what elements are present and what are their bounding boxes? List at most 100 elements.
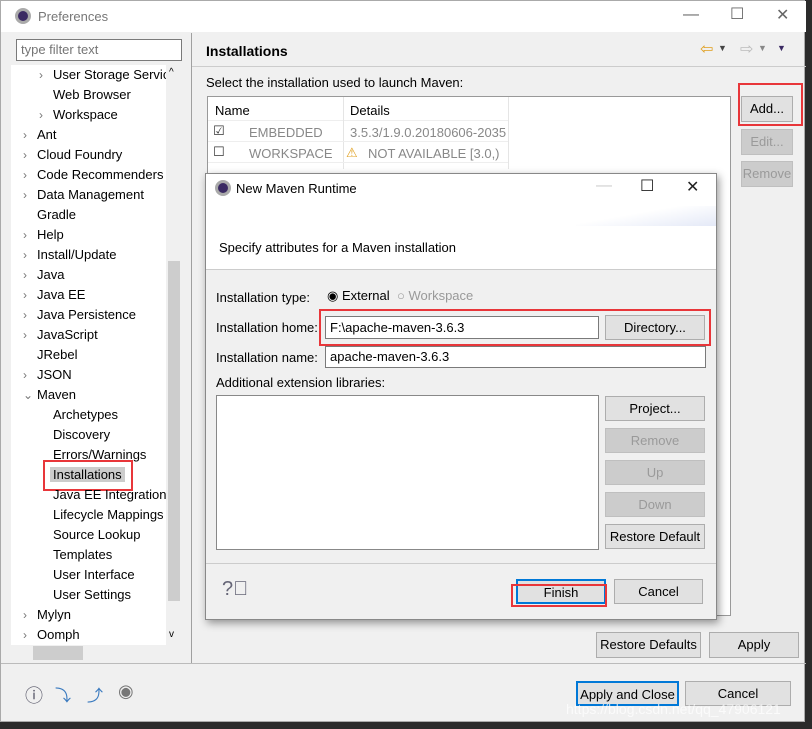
tree-item-label: Java Persistence: [37, 307, 136, 322]
tree-item[interactable]: › Ant: [23, 125, 57, 145]
restore-defaults-button[interactable]: Restore Defaults: [596, 632, 701, 658]
forward-menu-icon[interactable]: ▼: [758, 43, 767, 53]
tree-item[interactable]: › Mylyn: [23, 605, 71, 625]
chevron-right-icon[interactable]: ›: [23, 245, 27, 265]
tree-item[interactable]: › Java Persistence: [23, 305, 136, 325]
tree-item[interactable]: › Java EE: [23, 285, 85, 305]
table-row[interactable]: ☐ WORKSPACE ⚠ NOT AVAILABLE [3.0,): [208, 143, 508, 163]
forward-arrow-icon[interactable]: ⇨: [740, 39, 753, 59]
tree-item[interactable]: Installations: [50, 465, 125, 485]
chevron-right-icon[interactable]: ›: [23, 265, 27, 285]
apply-button[interactable]: Apply: [709, 632, 799, 658]
chevron-right-icon[interactable]: ›: [39, 65, 43, 85]
tree-item-label: Ant: [37, 127, 57, 142]
tree-item[interactable]: › JavaScript: [23, 325, 98, 345]
scroll-thumb[interactable]: [168, 261, 180, 601]
minimize-button[interactable]: —: [683, 6, 699, 24]
up-button[interactable]: Up: [605, 460, 705, 485]
divider: [206, 563, 716, 564]
tree-item[interactable]: › Workspace: [39, 105, 118, 125]
tree-item[interactable]: User Settings: [53, 585, 131, 605]
finish-button[interactable]: Finish: [516, 579, 606, 604]
close-button[interactable]: ✕: [776, 5, 789, 25]
tree-item[interactable]: › User Storage Servic: [39, 65, 170, 85]
chevron-right-icon[interactable]: ›: [23, 605, 27, 625]
radio-external[interactable]: ◉ External: [327, 288, 390, 304]
tree-item[interactable]: Source Lookup: [53, 525, 140, 545]
tree-item[interactable]: Web Browser: [53, 85, 131, 105]
table-row[interactable]: ☑ EMBEDDED 3.5.3/1.9.0.20180606-2035: [208, 122, 508, 142]
installation-name-input[interactable]: [325, 346, 706, 368]
chevron-right-icon[interactable]: ›: [23, 145, 27, 165]
radio-workspace[interactable]: ○ Workspace: [397, 288, 473, 303]
watermark: https://blog.csdn.net/qq_47906121: [566, 701, 781, 717]
dialog-minimize-button[interactable]: —: [596, 177, 612, 195]
maximize-button[interactable]: ☐: [730, 4, 744, 24]
chevron-right-icon[interactable]: ›: [23, 285, 27, 305]
chevron-right-icon[interactable]: ›: [23, 625, 27, 645]
view-menu-icon[interactable]: ▼: [777, 43, 786, 53]
tree-item[interactable]: › Cloud Foundry: [23, 145, 122, 165]
dialog-close-button[interactable]: ✕: [686, 177, 699, 197]
record-icon[interactable]: ◉: [118, 681, 134, 702]
hscroll-thumb[interactable]: [33, 646, 83, 660]
tree-item[interactable]: › Code Recommenders: [23, 165, 163, 185]
remove-button[interactable]: Remove: [741, 161, 793, 187]
tree-item[interactable]: › Install/Update: [23, 245, 117, 265]
dialog-maximize-button[interactable]: ☐: [640, 176, 654, 196]
checkbox-checked[interactable]: ☑: [213, 123, 225, 139]
back-menu-icon[interactable]: ▼: [718, 43, 727, 53]
tree-item[interactable]: Templates: [53, 545, 112, 565]
tree-item[interactable]: Archetypes: [53, 405, 118, 425]
column-details[interactable]: Details: [350, 103, 390, 118]
tree-item[interactable]: Java EE Integration: [53, 485, 166, 505]
tree-item[interactable]: Errors/Warnings: [53, 445, 146, 465]
add-button[interactable]: Add...: [741, 96, 793, 122]
directory-button[interactable]: Directory...: [605, 315, 705, 340]
chevron-right-icon[interactable]: ›: [23, 185, 27, 205]
installation-home-input[interactable]: [325, 316, 599, 339]
chevron-right-icon[interactable]: ›: [39, 105, 43, 125]
tree-item[interactable]: Discovery: [53, 425, 110, 445]
help-icon[interactable]: ⓘ: [25, 682, 43, 708]
tree-item[interactable]: Lifecycle Mappings: [53, 505, 164, 525]
chevron-right-icon[interactable]: ›: [23, 305, 27, 325]
tree-item[interactable]: JRebel: [37, 345, 77, 365]
column-name[interactable]: Name: [215, 103, 250, 118]
import-icon[interactable]: ⤵: [55, 682, 71, 706]
project-button[interactable]: Project...: [605, 396, 705, 421]
tree-item[interactable]: › Java: [23, 265, 64, 285]
chevron-right-icon[interactable]: ›: [23, 165, 27, 185]
help-icon[interactable]: ?⃝: [222, 578, 248, 601]
edit-button[interactable]: Edit...: [741, 129, 793, 155]
tree-item[interactable]: › Help: [23, 225, 64, 245]
tree-item[interactable]: Gradle: [37, 205, 76, 225]
tree-item-label: User Storage Servic: [53, 67, 170, 82]
down-button[interactable]: Down: [605, 492, 705, 517]
tree-item[interactable]: › Oomph: [23, 625, 80, 645]
dialog-cancel-button[interactable]: Cancel: [614, 579, 703, 604]
tree-item[interactable]: User Interface: [53, 565, 135, 585]
filter-input[interactable]: [16, 39, 182, 61]
tree-item[interactable]: › Data Management: [23, 185, 144, 205]
tree-item[interactable]: › JSON: [23, 365, 72, 385]
chevron-right-icon[interactable]: ›: [23, 125, 27, 145]
lib-remove-button[interactable]: Remove: [605, 428, 705, 453]
restore-default-button[interactable]: Restore Default: [605, 524, 705, 549]
back-arrow-icon[interactable]: ⇦: [700, 39, 713, 59]
title-bar: Preferences — ☐ ✕: [1, 1, 806, 32]
new-maven-runtime-dialog: New Maven Runtime — ☐ ✕ Specify attribut…: [205, 173, 717, 620]
tree-item[interactable]: ⌄ Maven: [23, 385, 76, 405]
export-icon[interactable]: ⤴: [87, 682, 103, 706]
chevron-right-icon[interactable]: ›: [23, 365, 27, 385]
chevron-right-icon[interactable]: ›: [23, 225, 27, 245]
chevron-down-icon[interactable]: ⌄: [23, 385, 33, 405]
preference-tree: › User Storage Servic Web Browser › Workspac…: [11, 65, 181, 645]
tree-vscrollbar[interactable]: ^ v: [166, 65, 181, 645]
checkbox-unchecked[interactable]: ☐: [213, 144, 225, 160]
tree-item-label: Discovery: [53, 427, 111, 442]
tree-hscrollbar[interactable]: [11, 645, 181, 661]
extension-libraries-list[interactable]: [216, 395, 599, 550]
tree-item-label: Web Browser: [53, 87, 131, 102]
chevron-right-icon[interactable]: ›: [23, 325, 27, 345]
